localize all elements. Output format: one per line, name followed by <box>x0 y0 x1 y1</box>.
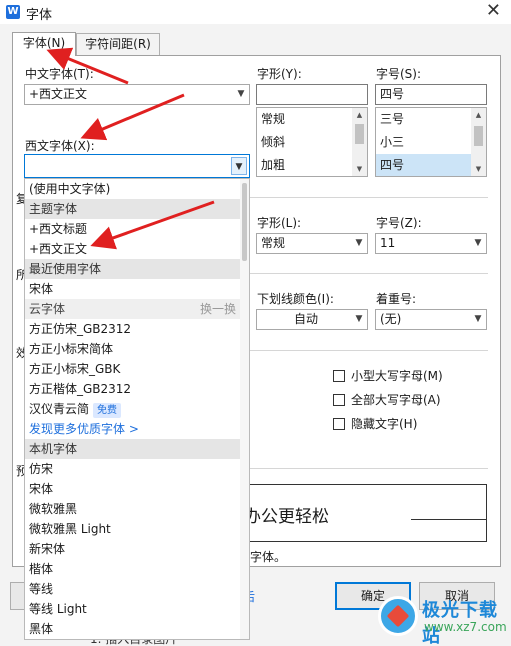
chevron-down-icon: ▼ <box>237 89 245 99</box>
all-caps-checkbox[interactable]: 全部大写字母(A) <box>333 391 441 408</box>
dropdown-item[interactable]: 宋体 <box>25 479 240 499</box>
complex-style-select[interactable]: 常规 ▼ <box>256 233 368 254</box>
chinese-font-select[interactable]: +西文正文 ▼ <box>24 84 250 105</box>
dropdown-item-with-badge[interactable]: 汉仪青云简 免费 <box>25 399 240 419</box>
scroll-up-icon[interactable]: ▲ <box>471 109 486 121</box>
western-font-dropdown[interactable]: (使用中文字体) 主题字体 +西文标题 +西文正文 最近使用字体 宋体 云字体 … <box>24 178 250 640</box>
style-scrollbar[interactable]: ▲ ▼ <box>352 108 367 176</box>
dropdown-item[interactable]: 方正小标宋简体 <box>25 339 240 359</box>
complex-style-value: 常规 <box>261 236 286 250</box>
size-list[interactable]: 三号 小三 四号 ▲ ▼ <box>375 107 487 177</box>
style-option[interactable]: 加粗 <box>257 154 367 176</box>
style-list[interactable]: 常规 倾斜 加粗 ▲ ▼ <box>256 107 368 177</box>
separator <box>250 273 488 274</box>
preview-baseline <box>411 519 487 520</box>
size-scrollbar[interactable]: ▲ ▼ <box>471 108 486 176</box>
emphasis-value: (无) <box>380 312 402 326</box>
scroll-thumb[interactable] <box>355 124 364 144</box>
font-preview-box: 办公更轻松 <box>230 484 487 542</box>
western-font-label: 西文字体(X): <box>25 139 95 153</box>
separator <box>250 468 488 469</box>
scroll-down-icon[interactable]: ▼ <box>471 163 486 175</box>
chinese-font-label: 中文字体(T): <box>25 67 94 81</box>
dropdown-item[interactable]: +西文正文 <box>25 239 240 259</box>
dropdown-scrollbar[interactable] <box>240 179 249 639</box>
style-input[interactable] <box>256 84 368 105</box>
size-input[interactable]: 四号 <box>375 84 487 105</box>
dropdown-item[interactable]: 微软雅黑 Light <box>25 519 240 539</box>
size-option[interactable]: 小三 <box>376 131 486 154</box>
dropdown-group-header: 本机字体 <box>25 439 240 459</box>
emphasis-label: 着重号: <box>376 292 417 306</box>
complex-size-value: 11 <box>380 236 396 250</box>
style-option[interactable]: 常规 <box>257 108 367 131</box>
dropdown-item[interactable]: 等线 Light <box>25 599 240 619</box>
discover-more-fonts-link[interactable]: 发现更多优质字体 > <box>25 419 240 439</box>
emphasis-select[interactable]: (无) ▼ <box>375 309 487 330</box>
size-option-selected[interactable]: 四号 <box>376 154 486 176</box>
small-caps-checkbox[interactable]: 小型大写字母(M) <box>333 367 443 384</box>
underline-color-select[interactable]: 自动 ▼ <box>256 309 368 330</box>
scroll-up-icon[interactable]: ▲ <box>352 109 367 121</box>
close-icon[interactable]: ✕ <box>486 1 501 21</box>
cloud-fonts-header: 云字体 换一换 <box>25 299 240 319</box>
dropdown-item[interactable]: 仿宋 <box>25 459 240 479</box>
refresh-link[interactable]: 换一换 <box>200 299 236 319</box>
small-caps-label: 小型大写字母(M) <box>351 369 443 383</box>
chevron-down-icon: ▼ <box>474 314 482 324</box>
dropdown-item[interactable]: +西文标题 <box>25 219 240 239</box>
size-option[interactable]: 三号 <box>376 108 486 131</box>
checkbox-icon[interactable] <box>333 417 345 430</box>
complex-style-label: 字形(L): <box>257 216 302 230</box>
dropdown-item[interactable]: (使用中文字体) <box>25 179 240 199</box>
hidden-text-label: 隐藏文字(H) <box>351 417 418 431</box>
wps-app-icon: W <box>6 5 20 19</box>
dropdown-item[interactable]: 新宋体 <box>25 539 240 559</box>
dropdown-item[interactable]: 宋体 <box>25 279 240 299</box>
underline-color-value: 自动 <box>293 312 318 326</box>
separator <box>250 197 488 198</box>
dropdown-item[interactable]: 微软雅黑 <box>25 499 240 519</box>
scroll-down-icon[interactable]: ▼ <box>352 163 367 175</box>
style-label: 字形(Y): <box>257 67 302 81</box>
chevron-down-icon: ▼ <box>355 238 363 248</box>
western-font-select[interactable]: ▼ <box>24 154 250 178</box>
style-option[interactable]: 倾斜 <box>257 131 367 154</box>
watermark-url: www.xz7.com <box>424 620 507 634</box>
cloud-fonts-label: 云字体 <box>29 302 66 316</box>
hidden-text-checkbox[interactable]: 隐藏文字(H) <box>333 415 417 432</box>
dropdown-item[interactable]: 方正楷体_GB2312 <box>25 379 240 399</box>
underline-color-label: 下划线颜色(I): <box>257 292 334 306</box>
chevron-down-icon[interactable]: ▼ <box>231 157 247 175</box>
dropdown-item[interactable]: 楷体 <box>25 559 240 579</box>
dropdown-group-header: 最近使用字体 <box>25 259 240 279</box>
chevron-down-icon: ▼ <box>355 314 363 324</box>
dropdown-item[interactable]: 方正仿宋_GB2312 <box>25 319 240 339</box>
scroll-thumb[interactable] <box>242 183 247 261</box>
separator <box>250 350 488 351</box>
watermark-logo-icon <box>378 596 418 636</box>
dialog-title: 字体 <box>26 8 53 23</box>
preview-sample-text: 办公更轻松 <box>244 507 329 527</box>
complex-size-label: 字号(Z): <box>376 216 422 230</box>
title-bar: W 字体 ✕ <box>0 0 511 24</box>
dropdown-item[interactable]: 等线 <box>25 579 240 599</box>
dropdown-item-label: 汉仪青云简 <box>29 402 90 416</box>
chinese-font-value: +西文正文 <box>29 87 88 101</box>
dropdown-item[interactable]: 方正小标宋_GBK <box>25 359 240 379</box>
chevron-down-icon: ▼ <box>474 238 482 248</box>
site-watermark: 极光下载站 www.xz7.com <box>378 594 507 646</box>
free-badge: 免费 <box>93 403 122 418</box>
font-dialog: W 字体 ✕ 字体(N) 字符间距(R) 中文字体(T): +西文正文 ▼ 字形… <box>0 0 511 646</box>
size-label: 字号(S): <box>376 67 422 81</box>
scroll-thumb[interactable] <box>474 126 483 146</box>
checkbox-icon[interactable] <box>333 369 345 382</box>
all-caps-label: 全部大写字母(A) <box>351 393 441 407</box>
tab-font[interactable]: 字体(N) <box>12 32 76 56</box>
dropdown-group-header: 主题字体 <box>25 199 240 219</box>
tab-character-spacing[interactable]: 字符间距(R) <box>76 33 160 55</box>
dropdown-item[interactable]: 黑体 <box>25 619 240 639</box>
complex-size-select[interactable]: 11 ▼ <box>375 233 487 254</box>
checkbox-icon[interactable] <box>333 393 345 406</box>
